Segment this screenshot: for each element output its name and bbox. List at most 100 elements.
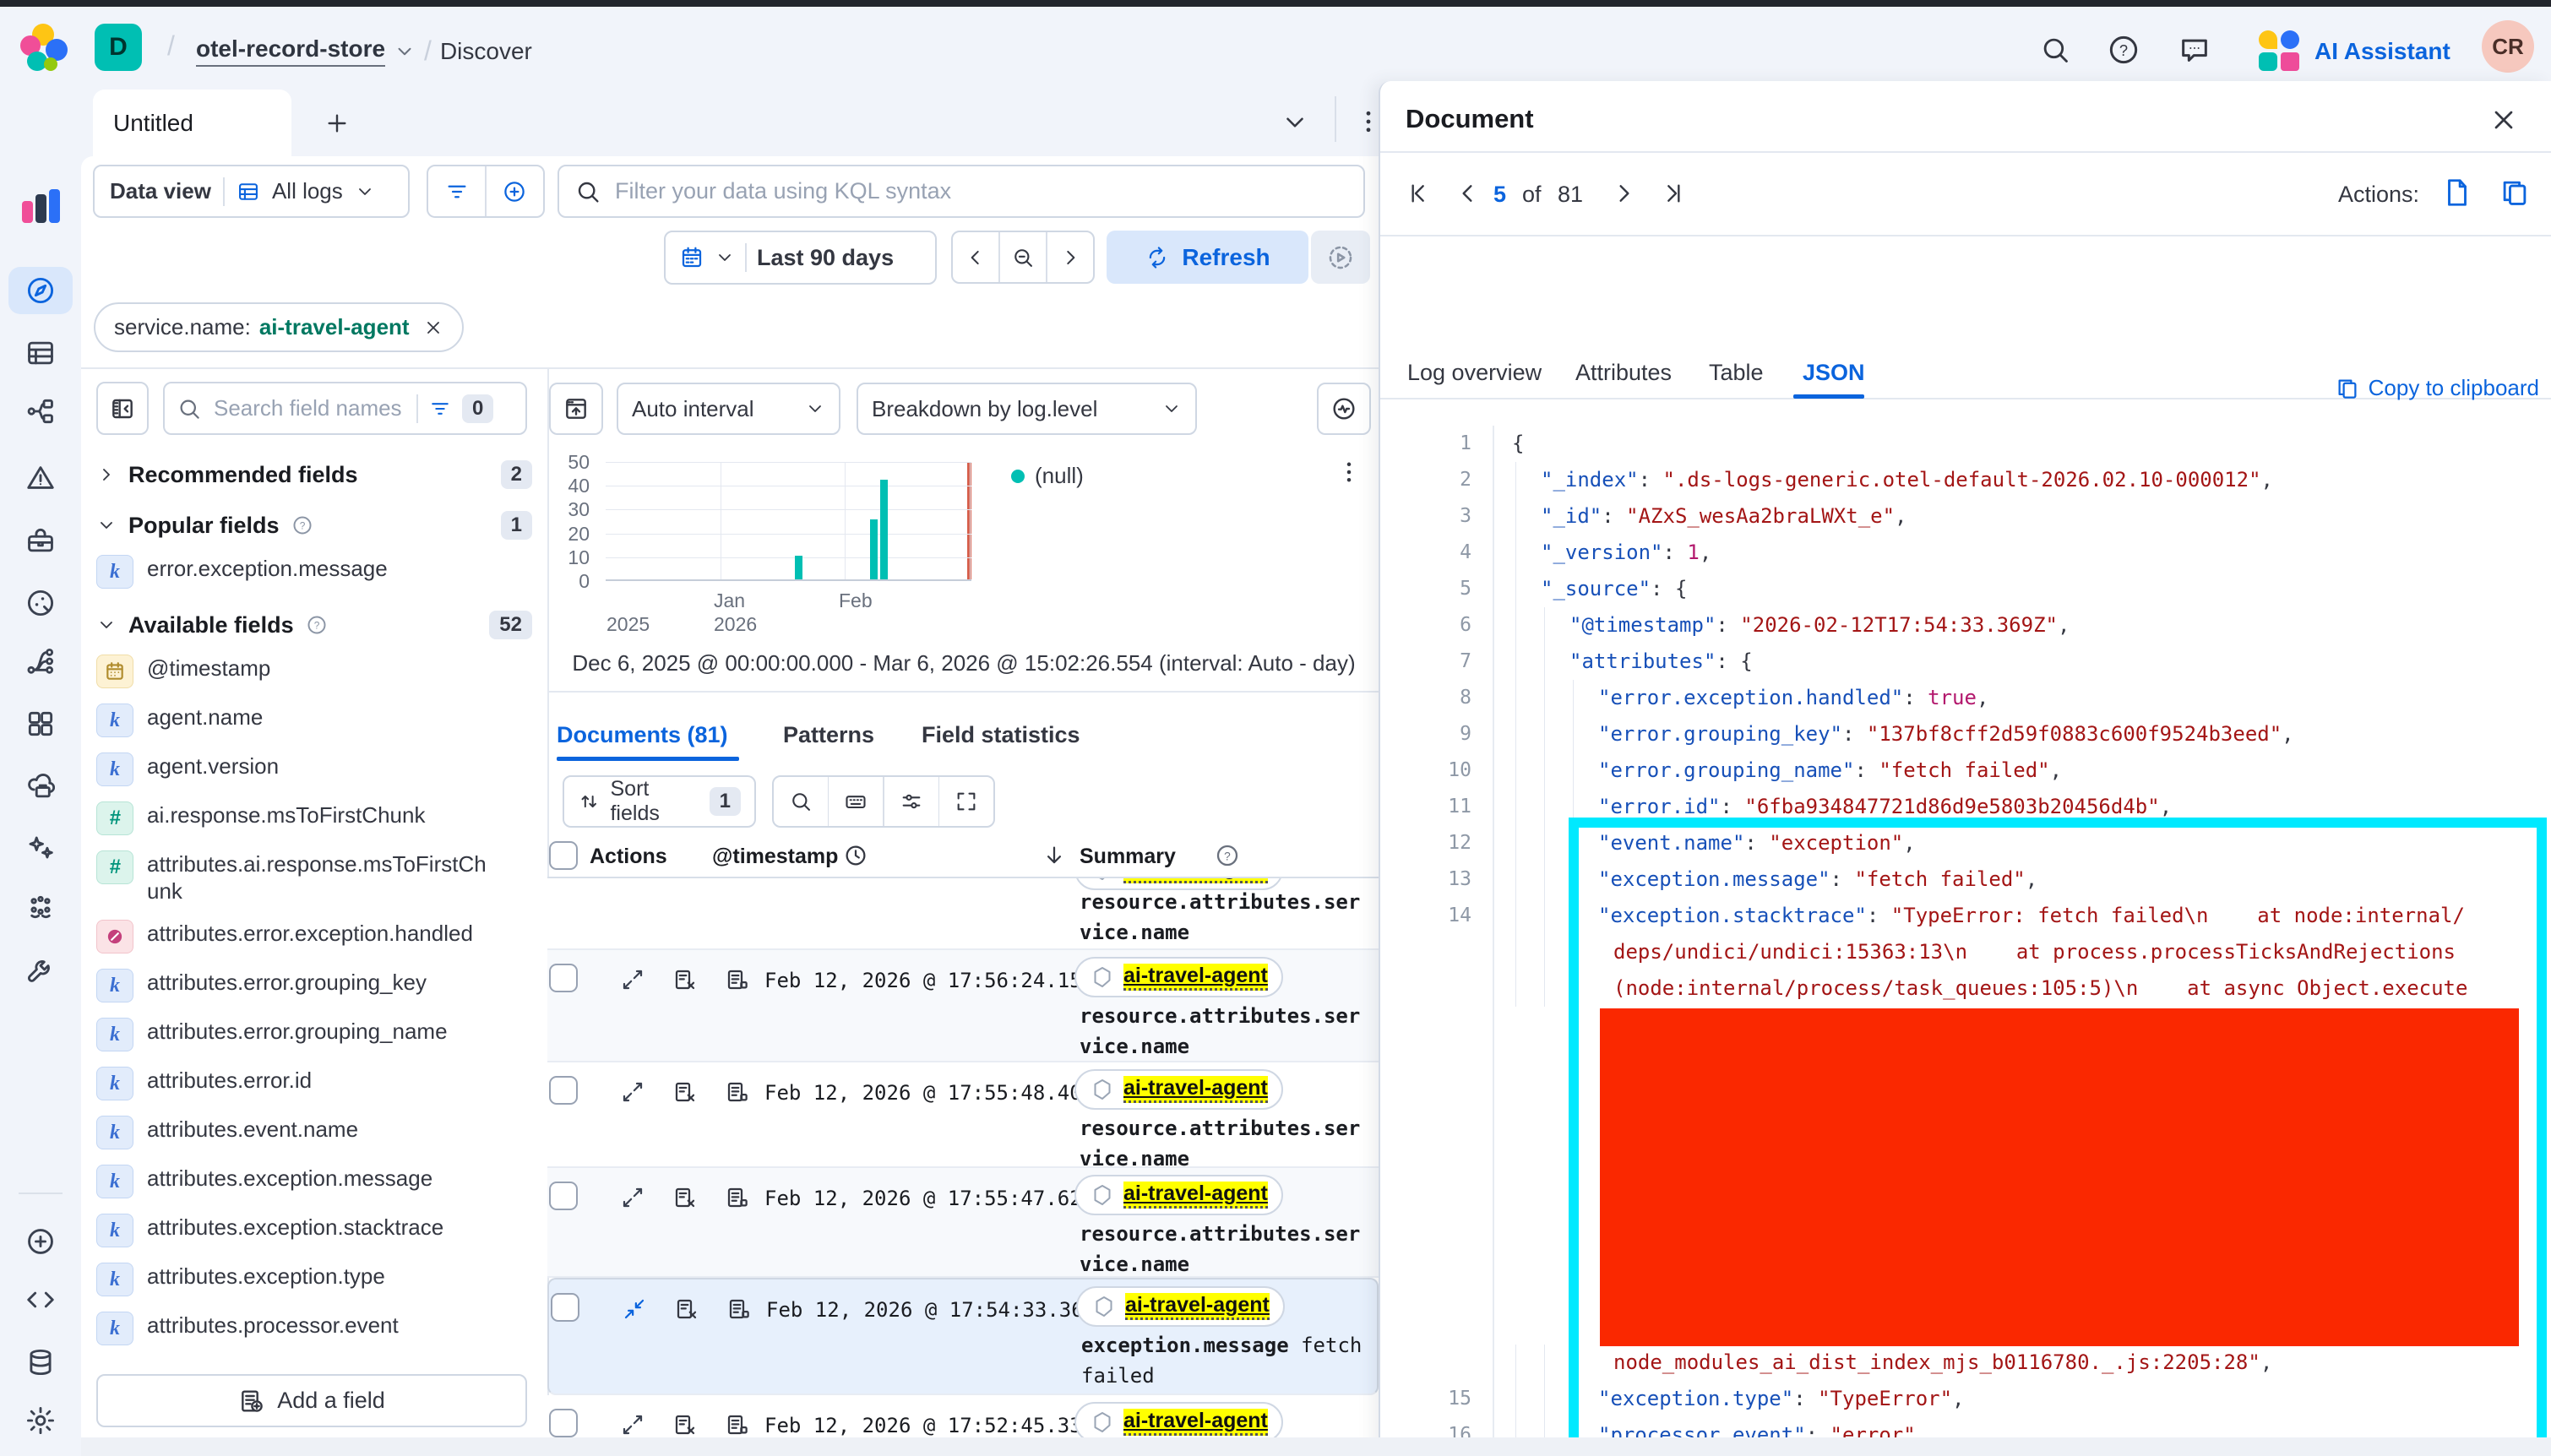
field-item[interactable]: kattributes.event.name: [96, 1108, 532, 1157]
field-item[interactable]: kattributes.processor.event: [96, 1304, 532, 1353]
field-section-header[interactable]: Popular fields?1: [96, 503, 532, 547]
field-item[interactable]: kerror.exception.message: [96, 547, 532, 596]
data-view-picker[interactable]: Data view All logs: [93, 165, 410, 218]
row-checkbox[interactable]: [549, 1409, 578, 1437]
next-doc-icon[interactable]: [1610, 180, 1637, 207]
doc-action-copy-icon[interactable]: [2499, 177, 2531, 209]
field-item[interactable]: kattributes.error.grouping_name: [96, 1010, 532, 1059]
row-checkbox[interactable]: [549, 964, 578, 992]
grid-display-options-icon[interactable]: [884, 790, 938, 813]
nav-code-icon[interactable]: [24, 1284, 57, 1316]
flyout-tab-json[interactable]: JSON: [1803, 360, 1865, 386]
chevron-down-icon[interactable]: [394, 41, 416, 62]
flyout-tab-table[interactable]: Table: [1709, 360, 1764, 386]
sort-fields-button[interactable]: Sort fields 1: [563, 775, 756, 828]
flyout-tab-attributes[interactable]: Attributes: [1575, 360, 1672, 386]
edit-visualization-button[interactable]: [549, 383, 603, 435]
row-checkbox[interactable]: [551, 1293, 579, 1322]
nav-apps-icon[interactable]: [24, 708, 57, 740]
section-chevron-icon[interactable]: [96, 465, 117, 485]
row-checkbox[interactable]: [549, 1182, 578, 1210]
time-forward-icon[interactable]: [1047, 247, 1093, 269]
prev-doc-icon[interactable]: [1455, 180, 1482, 207]
last-doc-icon[interactable]: [1659, 180, 1686, 207]
space-badge[interactable]: D: [95, 24, 142, 71]
help-icon[interactable]: ?: [2107, 33, 2140, 67]
global-search-icon[interactable]: [2039, 34, 2071, 66]
nav-traces-icon[interactable]: [24, 645, 57, 677]
nav-data-icon[interactable]: [24, 1346, 57, 1378]
nav-alerts-icon[interactable]: [24, 462, 57, 494]
nav-cluster-icon[interactable]: [24, 891, 57, 923]
section-help-icon[interactable]: ?: [306, 614, 328, 636]
remove-similar-icon[interactable]: [672, 1079, 698, 1105]
chart-options-button[interactable]: [1317, 383, 1371, 435]
remove-similar-icon[interactable]: [672, 1412, 698, 1437]
field-item[interactable]: kagent.name: [96, 696, 532, 745]
nav-infrastructure-icon[interactable]: [24, 770, 57, 802]
table-row[interactable]: Feb 12, 2026 @ 17:55:47.629ai-travel-age…: [547, 1168, 1379, 1278]
breakdown-select[interactable]: Breakdown by log.level: [857, 383, 1197, 435]
service-name-pill[interactable]: ai-travel-agent: [1076, 1286, 1285, 1327]
section-help-icon[interactable]: ?: [291, 514, 313, 536]
field-item[interactable]: kattributes.exception.message: [96, 1157, 532, 1206]
field-item[interactable]: #attributes.ai.response.msToFirstChunk: [96, 843, 532, 912]
table-row[interactable]: Feb 12, 2026 @ 17:54:33.369ai-travel-age…: [547, 1278, 1379, 1395]
kql-search-bar[interactable]: [558, 165, 1365, 218]
expand-row-icon[interactable]: [620, 1412, 645, 1437]
grid-fullscreen-icon[interactable]: [939, 790, 993, 813]
feedback-icon[interactable]: [2178, 33, 2211, 67]
field-item[interactable]: @timestamp: [96, 647, 532, 696]
table-row[interactable]: Feb 12, 2026 @ 17:55:48.403ai-travel-age…: [547, 1062, 1379, 1168]
view-surrounding-icon[interactable]: [726, 1296, 752, 1322]
first-doc-icon[interactable]: [1406, 180, 1433, 207]
section-chevron-icon[interactable]: [96, 615, 117, 635]
breadcrumb-project-link[interactable]: otel-record-store: [196, 35, 385, 67]
time-zoom-out-icon[interactable]: [1000, 246, 1046, 269]
remove-similar-icon[interactable]: [674, 1296, 699, 1322]
expand-row-icon[interactable]: [620, 1079, 645, 1105]
time-range-picker[interactable]: Last 90 days: [664, 231, 937, 285]
new-tab-icon[interactable]: [324, 110, 351, 137]
sort-descending-icon[interactable]: [1042, 843, 1067, 868]
doc-action-report-icon[interactable]: [2441, 177, 2473, 209]
time-back-icon[interactable]: [953, 247, 998, 269]
summary-help-icon[interactable]: ?: [1215, 843, 1240, 868]
nav-dev-tools-icon[interactable]: [24, 953, 57, 986]
field-section-header[interactable]: Available fields?52: [96, 603, 532, 647]
service-name-pill[interactable]: ai-travel-agent: [1074, 957, 1283, 997]
column-header-actions[interactable]: Actions: [590, 845, 667, 869]
tab-menu-chevron-icon[interactable]: [1281, 108, 1309, 137]
add-field-button[interactable]: Add a field: [96, 1374, 527, 1427]
view-surrounding-icon[interactable]: [725, 967, 750, 992]
service-name-pill[interactable]: ai-travel-agent: [1074, 1175, 1283, 1215]
interval-select[interactable]: Auto interval: [617, 383, 840, 435]
ai-assistant-button[interactable]: AI Assistant: [2314, 38, 2450, 65]
user-avatar[interactable]: CR: [2482, 20, 2534, 73]
session-tab[interactable]: Untitled: [93, 90, 291, 157]
field-search-input[interactable]: [212, 394, 406, 422]
row-checkbox[interactable]: [549, 1076, 578, 1105]
view-surrounding-icon[interactable]: [725, 1079, 750, 1105]
section-chevron-icon[interactable]: [96, 515, 117, 535]
expand-row-icon[interactable]: [620, 967, 645, 992]
tab-documents[interactable]: Documents (81): [557, 722, 728, 748]
select-all-checkbox[interactable]: [549, 841, 578, 870]
field-item[interactable]: attributes.error.exception.handled: [96, 912, 532, 961]
nav-machine-learning-icon[interactable]: [24, 587, 57, 619]
field-item[interactable]: kattributes.exception.stacktrace: [96, 1206, 532, 1255]
grid-search-icon[interactable]: [774, 790, 828, 813]
copy-to-clipboard-button[interactable]: Copy to clipboard: [2293, 375, 2539, 401]
kql-search-input[interactable]: [613, 177, 1348, 205]
table-row[interactable]: ai-travel-agentresource.attributes.servi…: [547, 878, 1379, 950]
field-item[interactable]: kattributes.error.grouping_key: [96, 961, 532, 1010]
remove-similar-icon[interactable]: [672, 1185, 698, 1210]
logs-app-logo-icon[interactable]: [22, 189, 59, 226]
ai-assistant-logo-icon[interactable]: [2257, 30, 2301, 74]
nav-cases-icon[interactable]: [24, 524, 57, 557]
expand-row-icon[interactable]: [620, 1185, 645, 1210]
histogram-bar[interactable]: [880, 480, 888, 579]
tab-patterns[interactable]: Patterns: [783, 722, 874, 748]
nav-dashboards-icon[interactable]: [24, 337, 57, 369]
service-name-pill[interactable]: ai-travel-agent: [1074, 878, 1283, 890]
